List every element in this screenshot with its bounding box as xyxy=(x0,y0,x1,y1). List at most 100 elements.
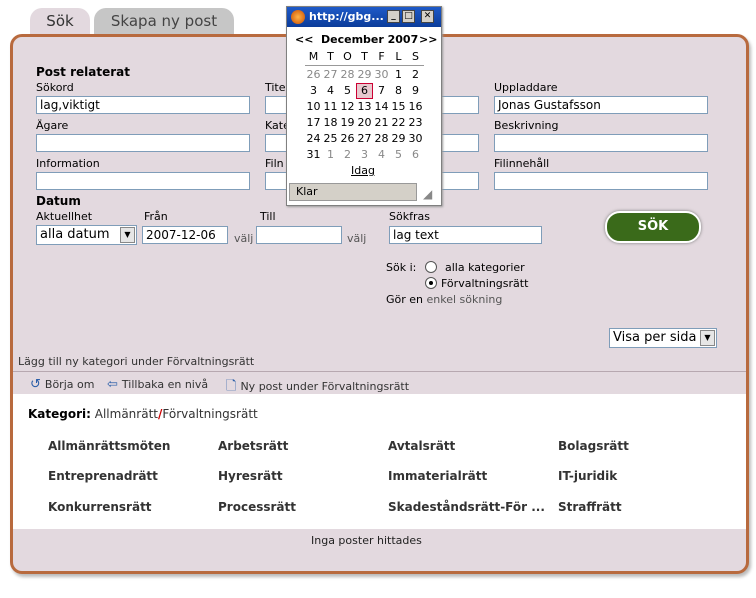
calendar-day[interactable]: 7 xyxy=(373,83,390,99)
calendar-day[interactable]: 18 xyxy=(322,115,339,131)
calendar-day[interactable]: 16 xyxy=(407,99,424,115)
till-input[interactable] xyxy=(256,226,342,244)
back-button[interactable]: ⇦ Tillbaka en nivå xyxy=(107,377,208,392)
category-link[interactable]: Arbetsrätt xyxy=(218,439,288,453)
category-link[interactable]: Allmänrättsmöten xyxy=(48,439,170,453)
no-posts-message: Inga poster hittades xyxy=(311,534,422,547)
calendar-day[interactable]: 26 xyxy=(339,131,356,147)
breadcrumb-root[interactable]: Allmänrätt xyxy=(95,407,158,421)
chevron-down-icon[interactable]: ▼ xyxy=(120,227,135,243)
calendar-day[interactable]: 20 xyxy=(356,115,373,131)
beskrivning-input[interactable] xyxy=(494,134,708,152)
fran-label: Från xyxy=(144,210,168,223)
calendar-day[interactable]: 27 xyxy=(322,67,339,83)
calendar-day[interactable]: 17 xyxy=(305,115,322,131)
filinnehall-label: Filinnehåll xyxy=(494,157,550,170)
calendar-day[interactable]: 14 xyxy=(373,99,390,115)
category-link[interactable]: Entreprenadrätt xyxy=(48,469,158,483)
chevron-down-icon[interactable]: ▼ xyxy=(700,330,715,346)
weekday-header: T xyxy=(327,50,334,63)
beskrivning-label: Beskrivning xyxy=(494,119,559,132)
category-link[interactable]: Konkurrensrätt xyxy=(48,500,152,514)
calendar-day[interactable]: 1 xyxy=(322,147,339,163)
tab-search[interactable]: Sök xyxy=(30,8,90,34)
restart-button[interactable]: ↺ Börja om xyxy=(30,377,94,392)
close-icon[interactable]: ✕ xyxy=(421,10,434,23)
information-input[interactable] xyxy=(36,172,250,190)
calendar-day[interactable]: 2 xyxy=(339,147,356,163)
sokfras-input[interactable]: lag text xyxy=(389,226,542,244)
sokord-input[interactable]: lag,viktigt xyxy=(36,96,250,114)
calendar-day[interactable]: 11 xyxy=(322,99,339,115)
till-pick-link[interactable]: välj xyxy=(347,232,366,245)
popup-titlebar[interactable]: http://gbg... _ □ ✕ xyxy=(287,7,441,27)
next-month-button[interactable]: >> xyxy=(419,33,437,46)
category-link[interactable]: Avtalsrätt xyxy=(388,439,455,453)
calendar-day[interactable]: 30 xyxy=(373,67,390,83)
category-link[interactable]: Processrätt xyxy=(218,500,296,514)
calendar-day[interactable]: 27 xyxy=(356,131,373,147)
calendar-day[interactable]: 10 xyxy=(305,99,322,115)
search-button[interactable]: SÖK xyxy=(605,211,701,243)
fran-input[interactable]: 2007-12-06 xyxy=(142,226,228,244)
information-label: Information xyxy=(36,157,100,170)
till-label: Till xyxy=(260,210,276,223)
calendar-day[interactable]: 29 xyxy=(356,67,373,83)
calendar-day-selected[interactable]: 6 xyxy=(356,83,373,99)
maximize-icon[interactable]: □ xyxy=(402,10,415,23)
calendar-day[interactable]: 5 xyxy=(339,83,356,99)
prev-month-button[interactable]: << xyxy=(295,33,313,46)
category-link[interactable]: Skadeståndsrätt-För ... xyxy=(388,500,545,514)
calendar-day[interactable]: 21 xyxy=(373,115,390,131)
calendar-day[interactable]: 8 xyxy=(390,83,407,99)
calendar-day[interactable]: 29 xyxy=(390,131,407,147)
uppladdare-input[interactable]: Jonas Gustafsson xyxy=(494,96,708,114)
calendar-day[interactable]: 4 xyxy=(322,83,339,99)
calendar-day[interactable]: 3 xyxy=(356,147,373,163)
tab-create-post[interactable]: Skapa ny post xyxy=(94,8,234,34)
category-link[interactable]: Immaterialrätt xyxy=(388,469,487,483)
calendar-day[interactable]: 4 xyxy=(373,147,390,163)
calendar-day[interactable]: 22 xyxy=(390,115,407,131)
calendar-day[interactable]: 30 xyxy=(407,131,424,147)
calendar-day[interactable]: 15 xyxy=(390,99,407,115)
category-link[interactable]: Hyresrätt xyxy=(218,469,283,483)
titel-label: Tite xyxy=(265,81,286,94)
calendar-day[interactable]: 24 xyxy=(305,131,322,147)
calendar-day[interactable]: 19 xyxy=(339,115,356,131)
radio-forv-label: Förvaltningsrätt xyxy=(441,277,529,290)
calendar-day[interactable]: 6 xyxy=(407,147,424,163)
calendar-day[interactable]: 2 xyxy=(407,67,424,83)
simple-search-link[interactable]: enkel sökning xyxy=(427,293,503,306)
calendar-day[interactable]: 23 xyxy=(407,115,424,131)
calendar-day[interactable]: 26 xyxy=(305,67,322,83)
filinnehall-input[interactable] xyxy=(494,172,708,190)
minimize-icon[interactable]: _ xyxy=(387,10,400,23)
calendar-day[interactable]: 13 xyxy=(356,99,373,115)
breadcrumb: Kategori: Allmänrätt/Förvaltningsrätt xyxy=(28,407,258,421)
calendar-day[interactable]: 3 xyxy=(305,83,322,99)
calendar-day[interactable]: 25 xyxy=(322,131,339,147)
add-category-link[interactable]: Lägg till ny kategori under Förvaltnings… xyxy=(18,355,254,368)
calendar-day[interactable]: 5 xyxy=(390,147,407,163)
agare-input[interactable] xyxy=(36,134,250,152)
calendar-day[interactable]: 28 xyxy=(373,131,390,147)
category-link[interactable]: Bolagsrätt xyxy=(558,439,629,453)
weekday-header: S xyxy=(412,50,419,63)
today-link[interactable]: Idag xyxy=(351,164,375,177)
sokord-label: Sökord xyxy=(36,81,74,94)
popup-statusbar: Klar xyxy=(289,183,417,201)
fran-pick-link[interactable]: välj xyxy=(234,232,253,245)
category-link[interactable]: IT-juridik xyxy=(558,469,617,483)
calendar-day[interactable]: 31 xyxy=(305,147,322,163)
calendar-day[interactable]: 9 xyxy=(407,83,424,99)
calendar-day[interactable]: 28 xyxy=(339,67,356,83)
calendar-day[interactable]: 12 xyxy=(339,99,356,115)
radio-forvaltningsratt[interactable] xyxy=(425,277,437,289)
radio-all-categories[interactable] xyxy=(425,261,437,273)
calendar-day[interactable]: 1 xyxy=(390,67,407,83)
aktuellhet-select[interactable]: alla datum ▼ xyxy=(36,225,137,245)
per-page-select[interactable]: Visa per sida ▼ xyxy=(609,328,717,348)
resize-grip-icon[interactable]: ◢ xyxy=(423,187,432,201)
category-link[interactable]: Straffrätt xyxy=(558,500,622,514)
